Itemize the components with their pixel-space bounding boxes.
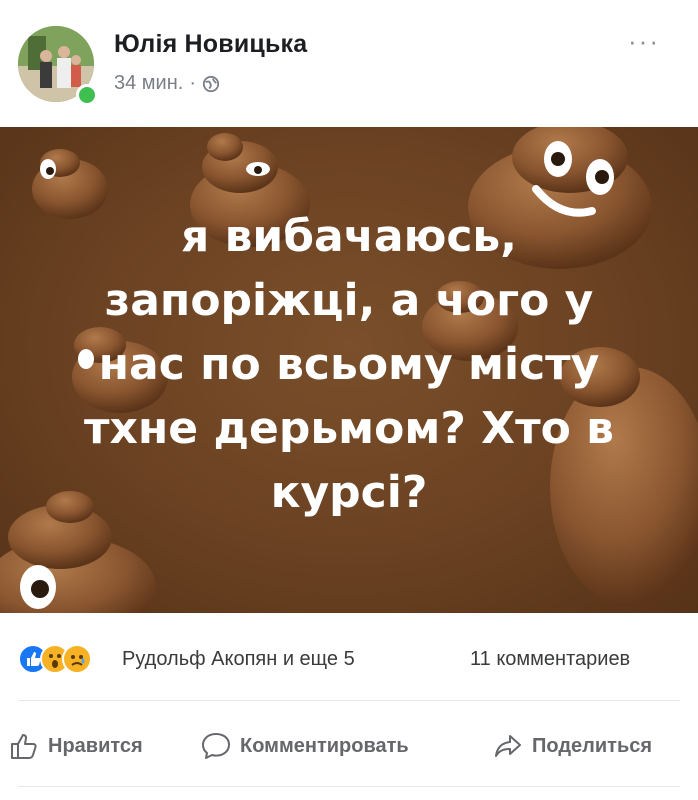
post-text-line: курсі? — [270, 467, 428, 518]
divider — [18, 786, 680, 787]
post-meta: 34 мин. · — [114, 72, 220, 95]
author-name[interactable]: Юлія Новицька — [114, 30, 307, 59]
comment-icon — [202, 733, 230, 759]
like-button-label: Нравится — [48, 734, 143, 757]
meta-separator: · — [189, 72, 196, 94]
share-icon — [495, 735, 521, 757]
globe-icon — [202, 75, 220, 92]
share-button[interactable]: Поделиться — [492, 730, 652, 762]
post-time[interactable]: 34 мин. — [114, 72, 183, 95]
like-button[interactable]: Нравится — [8, 730, 143, 762]
comment-button-label: Комментировать — [240, 734, 409, 757]
post-header: Юлія Новицька 34 мин. · ··· — [0, 0, 698, 125]
more-options-button[interactable]: ··· — [628, 26, 660, 57]
post-text: я вибачаюсь, запоріжці, а чого у нас по … — [40, 205, 658, 525]
post-text-line: нас по всьому місту — [98, 339, 600, 390]
comment-button[interactable]: Комментировать — [200, 730, 409, 762]
divider — [18, 700, 680, 701]
online-status-dot — [76, 84, 98, 106]
comments-count[interactable]: 11 комментариев — [470, 648, 630, 671]
reactors-summary[interactable]: Рудольф Акопян и еще 5 — [122, 648, 355, 671]
post-text-line: я вибачаюсь, — [181, 211, 517, 262]
thumbs-up-icon — [11, 734, 37, 759]
post-image: я вибачаюсь, запоріжці, а чого у нас по … — [0, 127, 698, 613]
reactions-bar: Рудольф Акопян и еще 5 11 комментариев — [0, 636, 698, 680]
sad-reaction-icon — [62, 644, 92, 674]
post-text-line: тхне дерьмом? Хто в — [84, 403, 614, 454]
reaction-icons[interactable] — [18, 644, 92, 674]
post-actions: Нравится Комментировать Поделиться — [0, 716, 698, 772]
post-text-line: запоріжці, а чого у — [104, 275, 594, 326]
share-button-label: Поделиться — [532, 734, 653, 757]
